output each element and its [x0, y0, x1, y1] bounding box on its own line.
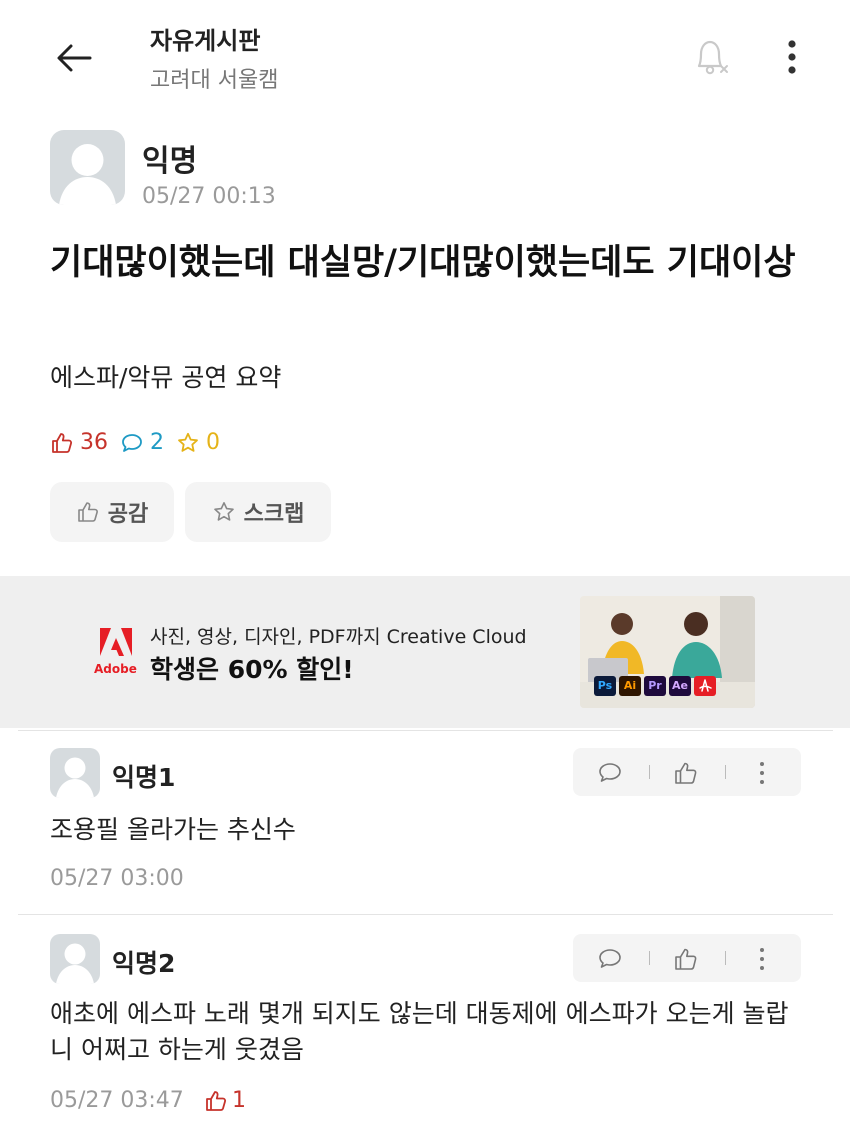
comment-avatar: [50, 934, 100, 984]
app-icon-ps: Ps: [594, 676, 616, 696]
post-body: 에스파/악뮤 공연 요약: [50, 363, 282, 392]
comment-time: 05/27 03:00: [50, 866, 184, 891]
divider: [18, 914, 833, 915]
comment-toolbar: [573, 748, 801, 796]
default-avatar-icon: [56, 943, 94, 984]
like-count: 36: [80, 430, 108, 455]
scrap-button[interactable]: 스크랩: [185, 482, 331, 542]
post-title: 기대많이했는데 대실망/기대많이했는데도 기대이상: [50, 243, 796, 283]
like-count-stat: 36: [50, 430, 108, 455]
ad-headline: 사진, 영상, 디자인, PDF까지 Creative Cloud: [150, 626, 527, 648]
board-title: 자유게시판: [150, 27, 261, 55]
default-avatar-icon: [56, 757, 94, 798]
default-avatar-icon: [59, 144, 116, 205]
back-button[interactable]: [50, 34, 98, 82]
thumbs-up-icon: [206, 1090, 227, 1111]
app-icon-ae: Ae: [669, 676, 691, 696]
comment-bubble-icon: [122, 433, 142, 452]
thumbs-up-icon[interactable]: [673, 946, 699, 972]
adobe-logo: Adobe: [94, 626, 137, 682]
reply-icon[interactable]: [597, 946, 623, 972]
like-button-label: 공감: [107, 502, 149, 527]
header-titles: 자유게시판 고려대 서울캠: [150, 24, 278, 98]
star-icon: [178, 432, 198, 452]
scrap-count-stat: 0: [176, 430, 220, 455]
scrap-button-label: 스크랩: [243, 502, 305, 527]
comment-count: 2: [150, 430, 164, 455]
scrap-count: 0: [206, 430, 220, 455]
comment-text: 애초에 에스파 노래 몇개 되지도 않는데 대동제에 에스파가 오는게 놀랍니 …: [50, 999, 789, 1064]
post-time: 05/27 00:13: [142, 184, 276, 209]
bell-off-icon: [697, 40, 728, 75]
toolbar-separator: [725, 951, 726, 965]
more-vertical-icon[interactable]: [749, 760, 775, 786]
school-name: 고려대 서울캠: [150, 68, 279, 93]
app-icon-pr: Pr: [644, 676, 666, 696]
app-icon-ai: Ai: [619, 676, 641, 696]
comment-count-stat: 2: [120, 430, 164, 455]
app-icon-ae-label: Ae: [672, 679, 688, 692]
more-vertical-icon: [788, 40, 796, 74]
comment-like-number: 1: [232, 1088, 246, 1113]
thumbs-up-icon[interactable]: [673, 760, 699, 786]
arrow-left-icon: [57, 44, 92, 72]
divider: [18, 730, 833, 731]
star-icon: [213, 502, 234, 521]
toolbar-separator: [725, 765, 726, 779]
adobe-brand-text: Adobe: [94, 662, 137, 676]
top-app-bar: 자유게시판 고려대 서울캠: [0, 0, 850, 110]
app-icon-acrobat: [694, 676, 716, 696]
comment-like-count: 1: [204, 1088, 246, 1113]
more-options-button[interactable]: [772, 34, 812, 80]
comment-author: 익명1: [112, 763, 176, 792]
app-icon-ps-label: Ps: [597, 679, 613, 692]
thumbs-up-icon: [77, 502, 98, 522]
avatar: [50, 130, 125, 205]
comment-avatar: [50, 748, 100, 798]
toolbar-separator: [649, 765, 650, 779]
comment-time: 05/27 03:47: [50, 1088, 184, 1113]
ad-photo: Ps Ai Pr Ae: [580, 596, 755, 708]
more-vertical-icon[interactable]: [749, 946, 775, 972]
ad-offer: 학생은 60% 할인!: [150, 655, 354, 684]
comment-toolbar: [573, 934, 801, 982]
like-button[interactable]: 공감: [50, 482, 174, 542]
post-stats: 36 2 0: [50, 430, 232, 455]
app-icon-pr-label: Pr: [648, 679, 662, 692]
reply-icon[interactable]: [597, 760, 623, 786]
acrobat-icon: [699, 679, 712, 692]
toolbar-separator: [649, 951, 650, 965]
app-icon-ai-label: Ai: [623, 679, 637, 692]
author-name: 익명: [142, 144, 198, 179]
comment-text: 조용필 올라가는 추신수: [50, 815, 296, 844]
notification-toggle-button[interactable]: [688, 34, 734, 80]
comment-author: 익명2: [112, 949, 176, 978]
thumbs-up-icon: [52, 432, 73, 453]
